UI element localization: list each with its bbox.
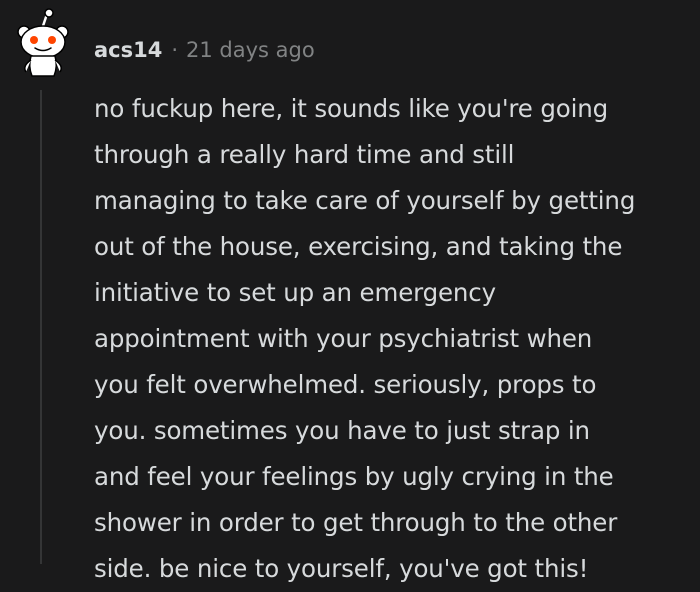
username-link[interactable]: acs14 xyxy=(94,38,162,62)
comment-line: no fuckup here, it sounds like you're go… xyxy=(94,94,609,123)
thread-line[interactable] xyxy=(40,90,42,564)
comment-line: and feel your feelings by ugly crying in… xyxy=(94,462,614,491)
comment-line: appointment with your psychiatrist when xyxy=(94,324,593,353)
comment-line: shower in order to get through to the ot… xyxy=(94,508,618,537)
comment-line: initiative to set up an emergency xyxy=(94,278,496,307)
comment-line: side. be nice to yourself, you've got th… xyxy=(94,554,589,583)
comment-line: you. sometimes you have to just strap in xyxy=(94,416,590,445)
comment-meta: acs14 · 21 days ago xyxy=(94,34,315,66)
comment-line: out of the house, exercising, and taking… xyxy=(94,232,623,261)
comment-line: through a really hard time and still xyxy=(94,140,515,169)
comment-line: managing to take care of yourself by get… xyxy=(94,186,636,215)
comment-timestamp[interactable]: 21 days ago xyxy=(186,38,315,62)
snoo-avatar-icon[interactable] xyxy=(14,8,72,78)
comment-body: no fuckup here, it sounds like you're go… xyxy=(94,86,690,592)
comment-line: you felt overwhelmed. seriously, props t… xyxy=(94,370,597,399)
meta-separator: · xyxy=(171,38,179,62)
